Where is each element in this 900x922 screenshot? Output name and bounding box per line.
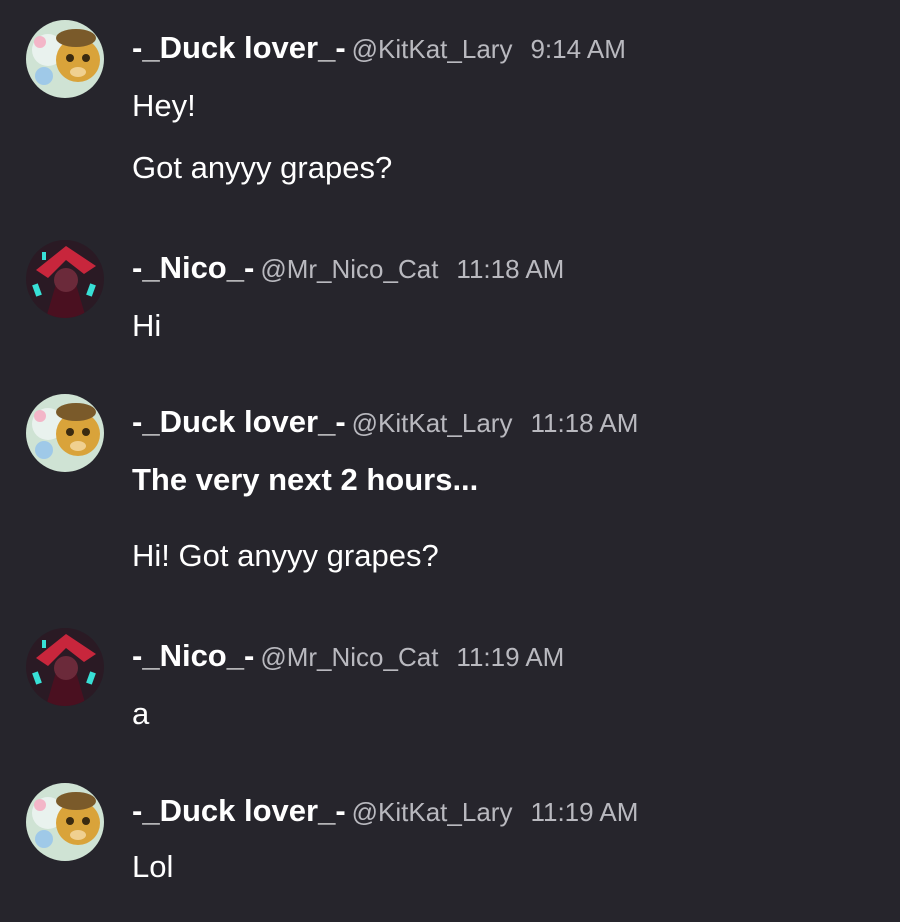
message-text: Got anyyy grapes? xyxy=(132,150,393,185)
nico-avatar[interactable] xyxy=(26,628,104,706)
message-header: -_Nico_- @Mr_Nico_Cat 11:18 AM xyxy=(132,252,564,283)
author-name[interactable]: -_Duck lover_- xyxy=(132,30,346,65)
message-text: Hey! xyxy=(132,88,196,123)
author-name[interactable]: -_Duck lover_- xyxy=(132,793,346,828)
author-handle[interactable]: @KitKat_Lary xyxy=(352,408,513,438)
message-header: -_Duck lover_- @KitKat_Lary 11:19 AM xyxy=(132,795,638,826)
timestamp: 11:18 AM xyxy=(530,408,639,438)
message-header: -_Duck lover_- @KitKat_Lary 9:14 AM xyxy=(132,32,626,63)
duck-lover-avatar[interactable] xyxy=(26,783,104,861)
author-name[interactable]: -_Nico_- xyxy=(132,250,254,285)
message-text: a xyxy=(132,696,150,731)
author-name[interactable]: -_Duck lover_- xyxy=(132,404,346,439)
author-handle[interactable]: @Mr_Nico_Cat xyxy=(260,254,438,284)
author-handle[interactable]: @KitKat_Lary xyxy=(352,34,513,64)
message-text: The very next 2 hours... xyxy=(132,462,479,497)
duck-lover-avatar[interactable] xyxy=(26,20,104,98)
message-text: Hi xyxy=(132,308,162,343)
message-header: -_Nico_- @Mr_Nico_Cat 11:19 AM xyxy=(132,640,564,671)
message-header: -_Duck lover_- @KitKat_Lary 11:18 AM xyxy=(132,406,638,437)
author-name[interactable]: -_Nico_- xyxy=(132,638,254,673)
timestamp: 9:14 AM xyxy=(530,34,626,64)
timestamp: 11:19 AM xyxy=(530,797,639,827)
message-text: Lol xyxy=(132,849,174,884)
timestamp: 11:19 AM xyxy=(456,642,565,672)
nico-avatar[interactable] xyxy=(26,240,104,318)
message-text: Hi! Got anyyy grapes? xyxy=(132,538,439,573)
timestamp: 11:18 AM xyxy=(456,254,565,284)
author-handle[interactable]: @KitKat_Lary xyxy=(352,797,513,827)
author-handle[interactable]: @Mr_Nico_Cat xyxy=(260,642,438,672)
duck-lover-avatar[interactable] xyxy=(26,394,104,472)
